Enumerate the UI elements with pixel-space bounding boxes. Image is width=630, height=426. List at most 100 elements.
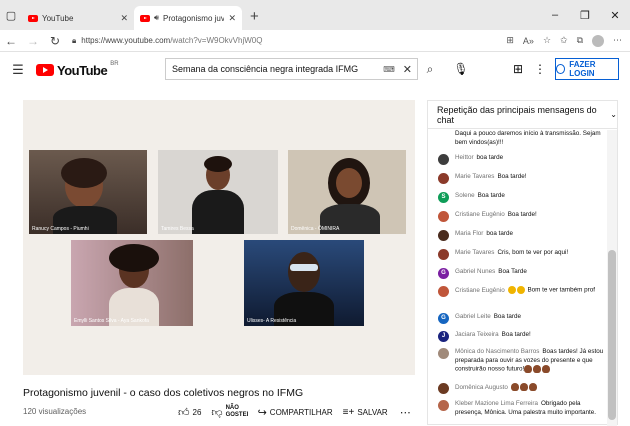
message-text: Boa tarde! [497,173,527,180]
collections-icon[interactable]: ⧉ [577,35,583,46]
chat-message: Cristiane Eugênio Boa tarde! [428,211,606,222]
avatar[interactable]: G [438,268,449,279]
browser-tab-youtube[interactable]: YouTube ✕ [22,6,134,30]
avatar[interactable] [438,154,449,165]
participant-name: Domênica - ÔMINIRA [291,226,340,232]
close-tab-icon[interactable]: ✕ [120,13,128,24]
chat-message: Mônica do Nascimento Barros Boas tardes! … [428,348,606,374]
tab-actions-icon[interactable]: ▢ [0,0,22,30]
chat-mode-dropdown[interactable]: Repetição das principais mensagens do ch… [428,101,617,129]
keyboard-icon[interactable]: ⌨ [380,65,398,74]
participant-name: Ranucy Campos - Piumhi [32,226,89,232]
like-button[interactable]: 👍︎ 26 [178,406,201,419]
message-author: Solene [455,192,475,199]
youtube-logo[interactable]: YouTube BR [36,61,119,78]
chevron-down-icon: ⌄ [610,110,617,119]
reload-icon[interactable]: ↻ [44,34,66,48]
app-install-icon[interactable]: ⊞ [506,35,514,46]
raised-fist-icon [510,383,519,391]
avatar[interactable] [438,173,449,184]
account-icon [556,64,566,74]
forward-icon[interactable]: → [22,34,44,48]
back-icon[interactable]: ← [0,34,22,48]
chat-header-label: Repetição das principais mensagens do ch… [437,104,597,125]
avatar[interactable]: G [438,313,449,324]
chat-message: Heittor boa tarde [428,154,606,165]
search-icon[interactable]: ⌕ [418,58,442,80]
dislike-button[interactable]: 👎︎ NÃO GOSTEI [211,405,248,419]
chat-message: Maria Flor boa tarde [428,230,606,241]
favorite-icon[interactable]: ☆ [543,35,551,46]
tab-title: YouTube [42,13,74,23]
message-author: Gabriel Nunes [455,268,496,275]
message-text: Boa tarde [493,313,522,320]
browser-menu-icon[interactable]: ⋯ [613,35,622,46]
avatar[interactable]: J [438,331,449,342]
view-count: 120 visualizações [23,407,87,416]
address-bar: ← → ↻ 🔒︎ https://www.youtube.com/watch?v… [0,30,630,52]
grinning-emoji-icon [507,286,516,294]
microphone-icon[interactable]: 🎙︎ [452,58,470,80]
grinning-emoji-icon [516,286,525,294]
search-box[interactable]: Semana da consciência negra integrada IF… [165,58,418,80]
more-actions-icon[interactable]: ⋯ [400,406,411,419]
video-title: Protagonismo juvenil - o caso dos coleti… [23,387,304,399]
chat-message: S Solene Boa tarde [428,192,606,203]
participant-name: Tamires Bessa [161,226,194,232]
message-text: Daqui a pouco daremos início à transmiss… [455,130,601,146]
search-input[interactable]: Semana da consciência negra integrada IF… [166,64,380,74]
raised-fist-icon [542,365,551,374]
profile-icon[interactable] [592,34,604,47]
avatar[interactable] [438,230,449,241]
avatar[interactable] [438,211,449,222]
message-author: Jaciara Teixeira [455,331,499,338]
clear-search-icon[interactable]: ✕ [398,63,417,76]
save-button[interactable]: ≡+ SALVAR [343,407,388,418]
minimize-icon[interactable]: – [540,0,570,30]
share-button[interactable]: ↪ COMPARTILHAR [258,406,333,419]
audio-playing-icon[interactable]: 🔊︎ [154,13,159,23]
message-author: Gabriel Leite [455,313,491,320]
url-path: /watch?v=W9OkvVhjW0Q [170,36,263,45]
avatar[interactable] [438,249,449,260]
scrollbar-thumb[interactable] [608,250,616,420]
avatar[interactable] [438,348,449,359]
message-text: Bom te ver também prof [527,286,596,294]
avatar[interactable] [438,400,449,411]
video-player[interactable]: Ranucy Campos - Piumhi Tamires Bessa Dom… [23,100,415,375]
url-field[interactable]: 🔒︎ https://www.youtube.com/watch?v=W9Okv… [72,36,506,46]
avatar[interactable] [438,286,449,297]
share-icon: ↪ [257,406,267,419]
more-options-icon[interactable]: ⋮ [534,58,546,80]
chat-scrollbar[interactable] [607,130,617,426]
chat-message: Cristiane Eugênio Bom te ver também prof [428,286,606,297]
video-panel: Ranucy Campos - Piumhi [29,150,147,234]
message-author: Maria Flor [455,230,484,237]
browser-tab-bar: ▢ YouTube ✕ 🔊︎ Protagonismo juvenil - o … [0,0,630,30]
browser-tab-video[interactable]: 🔊︎ Protagonismo juvenil - o ca ✕ [134,6,242,30]
favorites-list-icon[interactable]: ✩ [560,35,568,46]
chat-message: G Gabriel Leite Boa tarde [428,313,606,324]
message-text: Boa tarde! [501,331,531,338]
message-author: Kleber Mazione Lima Ferreira [455,400,538,407]
youtube-favicon-icon [28,14,38,22]
close-tab-icon[interactable]: ✕ [228,13,236,24]
new-tab-button[interactable]: + [242,6,267,30]
thumbs-down-icon: 👎︎ [211,406,223,419]
message-author: Marie Tavares [455,173,495,180]
raised-fist-icon [533,365,542,374]
chat-message: Domênica Augusto [428,383,606,394]
message-author: Heittor [455,154,474,161]
menu-icon[interactable]: ☰ [0,62,36,78]
login-button[interactable]: FAZER LOGIN [555,58,619,80]
apps-grid-icon[interactable]: ⊞ [510,58,526,80]
close-window-icon[interactable]: ✕ [600,0,630,30]
video-actions: 👍︎ 26 👎︎ NÃO GOSTEI ↪ COMPARTILHAR ≡+ SA… [178,402,411,422]
message-text: Cris, bom te ver por aqui! [497,249,569,256]
message-text: Boa Tarde [498,268,527,275]
restore-icon[interactable]: ❐ [570,0,600,30]
avatar[interactable] [438,383,449,394]
read-aloud-icon[interactable]: A» [523,36,534,46]
avatar[interactable]: S [438,192,449,203]
youtube-logo-icon [36,64,54,76]
